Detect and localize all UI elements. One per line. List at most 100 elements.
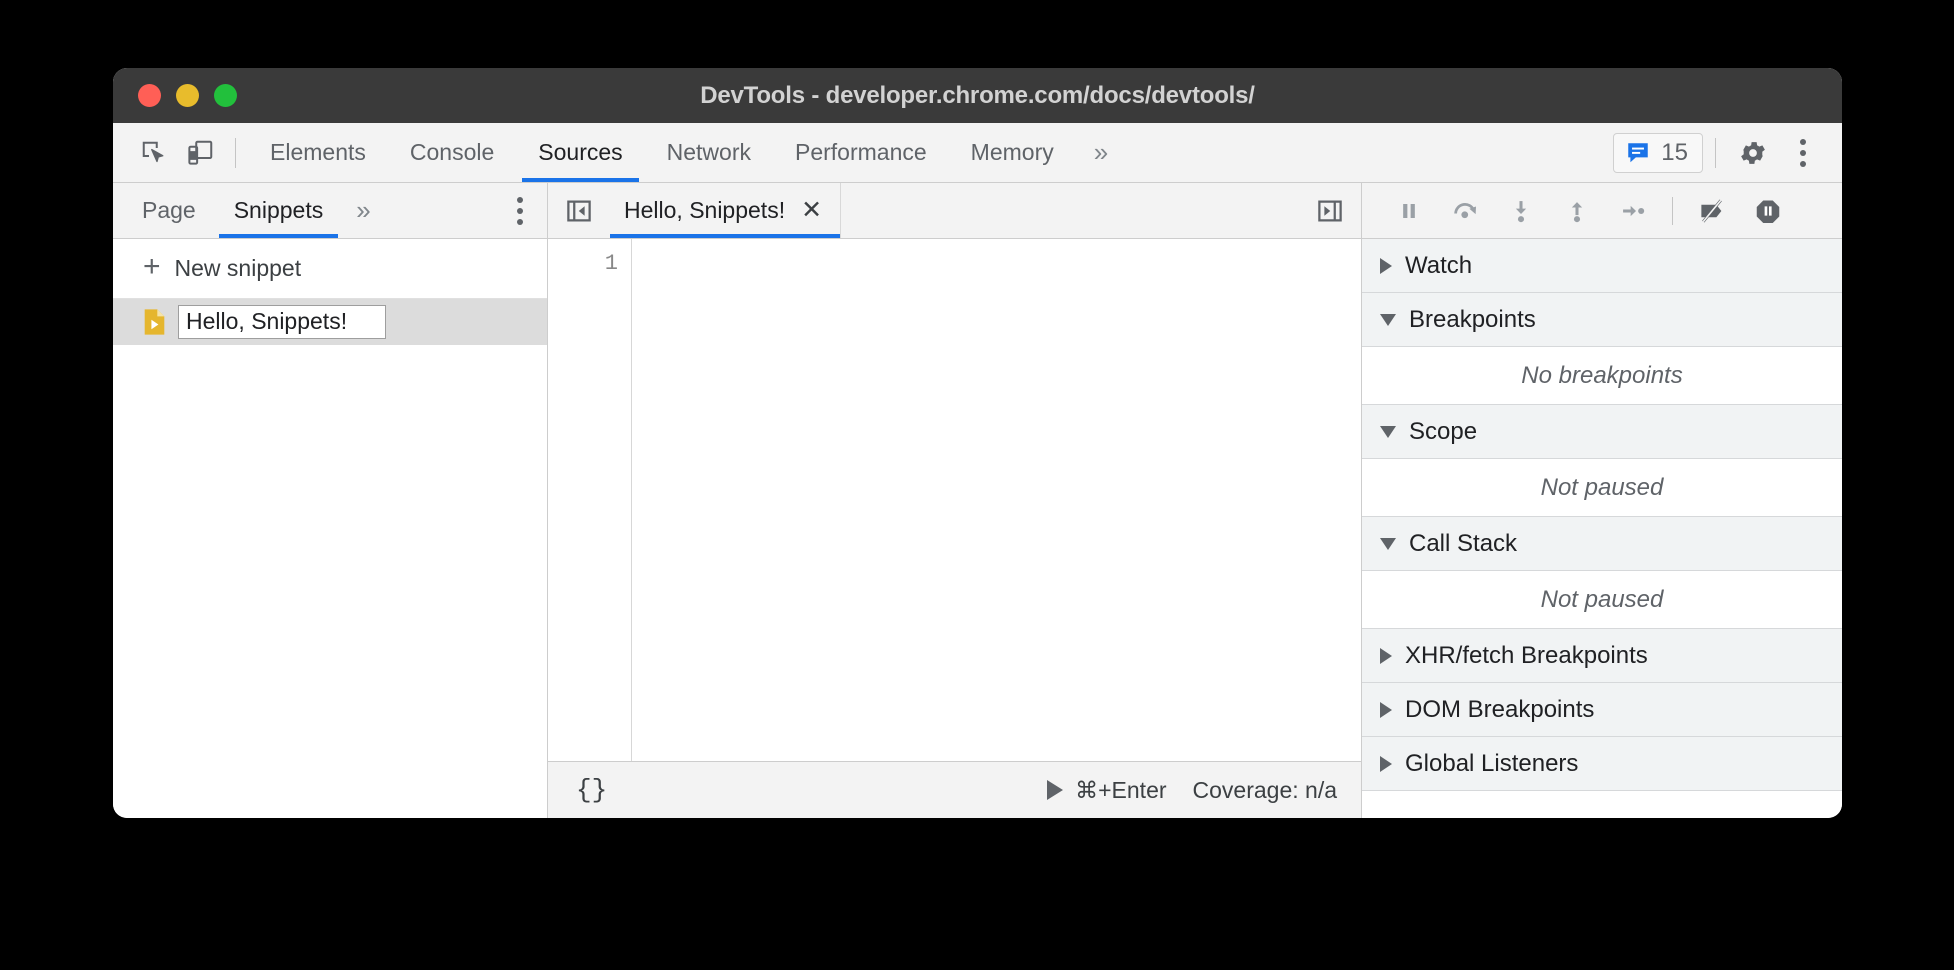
collapse-left-panel-icon[interactable] [548, 183, 610, 238]
debugger-sidebar: Watch Breakpoints No breakpoints Scope N… [1362, 183, 1842, 818]
tab-sources[interactable]: Sources [516, 123, 644, 182]
call-stack-empty-message: Not paused [1362, 571, 1842, 629]
code-editor[interactable]: 1 [548, 239, 1361, 761]
console-message-badge[interactable]: 15 [1613, 133, 1703, 173]
code-content[interactable] [632, 239, 1361, 761]
pause-script-execution-button[interactable] [1382, 188, 1436, 234]
inspect-cursor-icon[interactable] [131, 130, 177, 176]
javascript-snippet-icon [143, 308, 166, 336]
message-count: 15 [1661, 139, 1688, 167]
tab-label: Console [410, 139, 494, 166]
more-tabs-icon[interactable]: » [1076, 123, 1126, 182]
tab-performance[interactable]: Performance [773, 123, 949, 182]
nav-tab-page[interactable]: Page [123, 183, 215, 238]
status-right-group: ⌘+Enter Coverage: n/a [1047, 777, 1337, 804]
window-controls [138, 84, 237, 107]
step-over-button[interactable] [1438, 188, 1492, 234]
plus-icon: + [143, 252, 161, 282]
gear-icon[interactable] [1728, 130, 1778, 176]
nav-tab-label: Page [142, 197, 196, 224]
run-shortcut-label: ⌘+Enter [1075, 777, 1166, 804]
expand-right-panel-icon[interactable] [1299, 183, 1361, 238]
chevron-right-icon [1380, 648, 1392, 664]
chevron-down-icon [1380, 314, 1396, 326]
section-title: XHR/fetch Breakpoints [1405, 642, 1648, 670]
editor-status-bar: {} ⌘+Enter Coverage: n/a [548, 761, 1361, 818]
line-number-gutter: 1 [548, 239, 632, 761]
debugger-toolbar [1362, 183, 1842, 239]
step-out-button[interactable] [1550, 188, 1604, 234]
navigator-tabbar: Page Snippets » [113, 183, 547, 239]
window-titlebar: DevTools - developer.chrome.com/docs/dev… [113, 68, 1842, 123]
snippet-name-input[interactable] [178, 305, 386, 339]
close-window-button[interactable] [138, 84, 161, 107]
toolbar-divider-2 [1715, 138, 1716, 168]
step-into-button[interactable] [1494, 188, 1548, 234]
kebab-menu-icon[interactable] [1778, 130, 1828, 176]
tab-elements[interactable]: Elements [248, 123, 388, 182]
breakpoints-empty-message: No breakpoints [1362, 347, 1842, 405]
tab-label: Memory [971, 139, 1054, 166]
close-icon[interactable]: ✕ [801, 198, 822, 223]
section-title: Breakpoints [1409, 306, 1536, 334]
chevron-right-icon [1380, 702, 1392, 718]
run-snippet-icon [1047, 780, 1063, 800]
devtools-main-toolbar: Elements Console Sources Network Perform… [113, 123, 1842, 183]
minimize-window-button[interactable] [176, 84, 199, 107]
devtools-window: DevTools - developer.chrome.com/docs/dev… [113, 68, 1842, 818]
section-global-listeners[interactable]: Global Listeners [1362, 737, 1842, 791]
panel-tabs: Elements Console Sources Network Perform… [248, 123, 1126, 182]
section-scope[interactable]: Scope [1362, 405, 1842, 459]
nav-more-tabs-icon[interactable]: » [342, 183, 384, 238]
chevron-down-icon [1380, 538, 1396, 550]
section-title: Scope [1409, 418, 1477, 446]
section-title: Call Stack [1409, 530, 1517, 558]
editor-tabbar: Hello, Snippets! ✕ [548, 183, 1361, 239]
new-snippet-button[interactable]: + New snippet [113, 239, 547, 299]
kebab-dots [517, 197, 523, 225]
section-breakpoints[interactable]: Breakpoints [1362, 293, 1842, 347]
pretty-print-button[interactable]: {} [576, 775, 607, 805]
debugger-divider [1672, 197, 1673, 225]
section-watch[interactable]: Watch [1362, 239, 1842, 293]
tab-label: Network [667, 139, 751, 166]
tab-label: Performance [795, 139, 927, 166]
line-number: 1 [548, 251, 618, 276]
pause-on-exceptions-button[interactable] [1741, 188, 1795, 234]
editor-tab-hello-snippets[interactable]: Hello, Snippets! ✕ [610, 183, 841, 238]
new-snippet-label: New snippet [175, 255, 302, 282]
window-title: DevTools - developer.chrome.com/docs/dev… [113, 82, 1842, 110]
kebab-dots [1800, 139, 1806, 167]
run-snippet-button[interactable]: ⌘+Enter [1047, 777, 1166, 804]
toolbar-right-group: 15 [1613, 130, 1828, 176]
chevron-down-icon [1380, 426, 1396, 438]
scope-empty-message: Not paused [1362, 459, 1842, 517]
coverage-label: Coverage: n/a [1193, 777, 1337, 804]
chevron-right-icon [1380, 258, 1392, 274]
section-call-stack[interactable]: Call Stack [1362, 517, 1842, 571]
device-toolbar-icon[interactable] [177, 130, 223, 176]
tab-network[interactable]: Network [645, 123, 773, 182]
nav-tab-snippets[interactable]: Snippets [215, 183, 343, 238]
snippet-list-item[interactable] [113, 299, 547, 345]
navigator-kebab-menu-icon[interactable] [493, 183, 547, 238]
sources-navigator-pane: Page Snippets » + New snippet [113, 183, 548, 818]
source-editor-pane: Hello, Snippets! ✕ 1 {} [548, 183, 1362, 818]
maximize-window-button[interactable] [214, 84, 237, 107]
console-message-icon [1625, 140, 1651, 166]
toolbar-divider [235, 138, 236, 168]
devtools-body: Page Snippets » + New snippet [113, 183, 1842, 818]
tab-console[interactable]: Console [388, 123, 516, 182]
section-title: Global Listeners [1405, 750, 1578, 778]
debugger-sections: Watch Breakpoints No breakpoints Scope N… [1362, 239, 1842, 818]
section-title: DOM Breakpoints [1405, 696, 1594, 724]
tab-label: Sources [538, 139, 622, 166]
section-dom-breakpoints[interactable]: DOM Breakpoints [1362, 683, 1842, 737]
nav-tab-label: Snippets [234, 197, 324, 224]
tab-label: Elements [270, 139, 366, 166]
editor-tab-label: Hello, Snippets! [624, 197, 785, 224]
tab-memory[interactable]: Memory [949, 123, 1076, 182]
section-xhr-fetch-breakpoints[interactable]: XHR/fetch Breakpoints [1362, 629, 1842, 683]
deactivate-breakpoints-button[interactable] [1685, 188, 1739, 234]
step-button[interactable] [1606, 188, 1660, 234]
